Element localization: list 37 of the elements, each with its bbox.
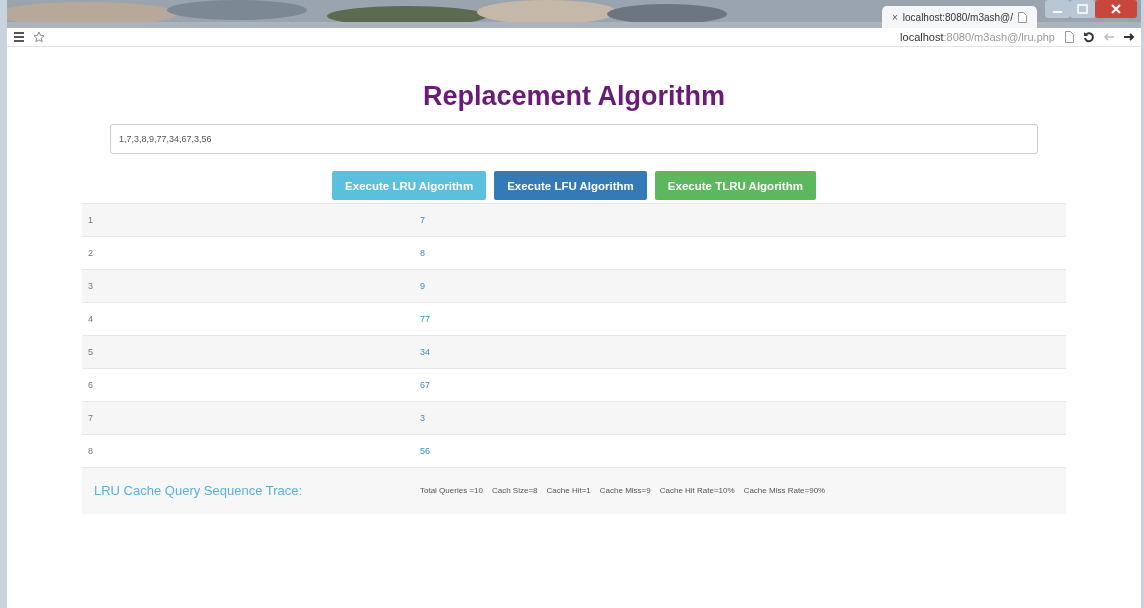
page-title: Replacement Algorithm xyxy=(422,81,726,112)
stat-text: Cache Miss Rate=90% xyxy=(743,486,826,496)
stat-text: Cache Hit Rate=10% xyxy=(659,486,735,496)
page-icon xyxy=(1063,31,1075,43)
table-cell: 4 xyxy=(82,302,414,336)
reload-icon[interactable] xyxy=(1083,31,1095,43)
stat-text: Cache Miss=9 xyxy=(599,486,651,496)
table-cell: 5 xyxy=(82,335,414,369)
table-cell: 6 xyxy=(82,368,414,402)
close-icon[interactable] xyxy=(1095,0,1137,18)
table-cell: 8 xyxy=(414,236,1066,270)
table-cell: 56 xyxy=(414,434,1066,468)
stat-text: Cach Size=8 xyxy=(491,486,538,496)
stat-text: Total Queries =10 xyxy=(420,486,483,496)
trace-label: LRU Cache Query Sequence Trace: xyxy=(93,483,303,499)
table-cell: 3 xyxy=(82,269,414,303)
table-cell: 7 xyxy=(82,401,414,435)
table-cell: 67 xyxy=(414,368,1066,402)
input-field[interactable]: 1,7,3,8,9,77,34,67,3,56 xyxy=(110,124,1038,154)
table-cell: 7 xyxy=(414,203,1066,237)
star-icon[interactable] xyxy=(33,31,45,43)
execute-button[interactable]: Execute LFU Algorithm xyxy=(494,171,647,200)
table-cell: 77 xyxy=(414,302,1066,336)
table-cell: 34 xyxy=(414,335,1066,369)
tab-title: localhost:8080/m3ash@/ xyxy=(902,11,1013,23)
table-cell: 8 xyxy=(82,434,414,468)
forward-arrow-icon[interactable] xyxy=(1123,31,1135,43)
table-cell: 1 xyxy=(82,203,414,237)
menu-icon[interactable] xyxy=(13,31,25,43)
table-cell: 2 xyxy=(82,236,414,270)
table-cell: 3 xyxy=(414,401,1066,435)
url-text[interactable]: localhost:8080/m3ash@/lru.php xyxy=(900,31,1055,43)
table-cell: 9 xyxy=(414,269,1066,303)
tab-close-button[interactable]: × xyxy=(891,11,898,23)
page-icon xyxy=(1018,11,1027,23)
stat-text: Cache Hit=1 xyxy=(546,486,591,496)
browser-tab[interactable]: × localhost:8080/m3ash@/ xyxy=(881,6,1037,28)
